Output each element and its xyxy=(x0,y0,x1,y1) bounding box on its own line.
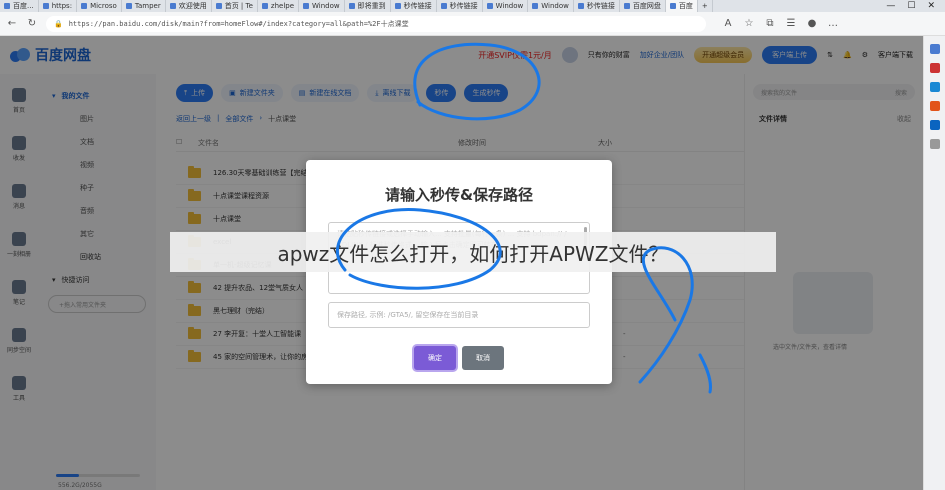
tab-label: 百度... xyxy=(13,2,34,10)
more-icon[interactable]: … xyxy=(827,18,839,29)
tab-label: zhelpe xyxy=(270,2,295,10)
tab-favicon-icon xyxy=(669,3,676,9)
search-icon[interactable] xyxy=(929,44,940,54)
minimize-icon[interactable]: — xyxy=(886,1,895,11)
save-path-input[interactable]: 保存路径, 示例: /GTA5/, 留空保存在当前目录 xyxy=(328,302,590,328)
close-icon[interactable]: ✕ xyxy=(927,1,935,11)
address-bar: ← ↻ 🔒 https://pan.baidu.com/disk/main?fr… xyxy=(0,12,945,36)
extensions-icon[interactable]: ⧉ xyxy=(764,18,776,29)
tab-favicon-icon xyxy=(348,3,355,9)
lock-icon: 🔒 xyxy=(54,19,63,28)
tab-label: 欢迎使用 xyxy=(178,2,207,10)
browser-tab[interactable]: 欢迎使用 xyxy=(166,0,212,12)
read-aloud-icon[interactable]: A xyxy=(722,18,734,29)
favorite-star-icon[interactable]: ☆ xyxy=(743,18,755,29)
cancel-button[interactable]: 取消 xyxy=(462,346,504,370)
confirm-button[interactable]: 确定 xyxy=(414,346,456,370)
tab-favicon-icon xyxy=(532,3,539,9)
new-tab-button[interactable]: + xyxy=(698,0,713,12)
tab-favicon-icon xyxy=(42,3,49,9)
office-icon[interactable] xyxy=(929,101,940,111)
browser-tab[interactable]: Window xyxy=(528,0,574,12)
tab-label: Microso xyxy=(90,2,117,10)
tab-favicon-icon xyxy=(577,3,584,9)
tab-label: Window xyxy=(495,2,524,10)
tab-favicon-icon xyxy=(215,3,222,9)
tab-label: 百度 xyxy=(678,2,693,10)
tab-label: 秒传链接 xyxy=(449,2,478,10)
tools-icon[interactable] xyxy=(929,63,940,73)
tab-label: Tamper xyxy=(134,2,161,10)
tab-label: 即将重到 xyxy=(357,2,386,10)
add-icon[interactable] xyxy=(929,139,940,149)
tab-label: https: xyxy=(51,2,73,10)
browser-tab[interactable]: 秒传链接 xyxy=(574,0,620,12)
tab-favicon-icon xyxy=(4,3,10,9)
browser-tab[interactable]: https: xyxy=(39,0,78,12)
maximize-icon[interactable]: ☐ xyxy=(907,1,915,11)
browser-tab[interactable]: Window xyxy=(483,0,529,12)
tab-favicon-icon xyxy=(169,3,176,9)
profile-icon[interactable]: ● xyxy=(806,18,818,29)
browser-tab[interactable]: Window xyxy=(299,0,345,12)
browser-tab[interactable]: 即将重到 xyxy=(345,0,391,12)
tab-label: Window xyxy=(541,2,569,10)
browser-tab-strip: 百度... https: Microso Tamper 欢迎使用 首页 | Te zhelp… xyxy=(0,0,945,12)
dialog-title: 请输入秒传&保存路径 xyxy=(384,186,534,204)
tab-favicon-icon xyxy=(623,3,630,9)
tab-label: 秒传链接 xyxy=(403,2,432,10)
browser-tab[interactable]: Tamper xyxy=(122,0,166,12)
apps-icon[interactable] xyxy=(929,82,940,92)
tab-label: Window xyxy=(312,2,340,10)
browser-tab[interactable]: 百度... xyxy=(0,0,39,12)
tab-favicon-icon xyxy=(125,3,132,9)
tab-favicon-icon xyxy=(394,3,401,9)
tab-label: 首页 | Te xyxy=(224,2,253,10)
reload-icon[interactable]: ↻ xyxy=(26,18,38,29)
window-controls: — ☐ ✕ xyxy=(876,1,945,11)
browser-tab[interactable]: 百度 xyxy=(665,0,698,12)
tab-favicon-icon xyxy=(440,3,447,9)
browser-tab[interactable]: 秒传链接 xyxy=(437,0,483,12)
url-field[interactable]: 🔒 https://pan.baidu.com/disk/main?from=h… xyxy=(46,15,706,32)
browser-tab[interactable]: zhelpe xyxy=(258,0,300,12)
url-text: https://pan.baidu.com/disk/main?from=hom… xyxy=(68,19,409,28)
tab-favicon-icon xyxy=(81,3,88,9)
browser-tab[interactable]: Microso xyxy=(77,0,122,12)
edge-sidebar xyxy=(923,36,945,490)
tab-favicon-icon xyxy=(261,3,268,9)
transfer-dialog: 请输入秒传&保存路径 请粘贴秒传链接或选择手动输入... 支持批量(每行一条) … xyxy=(306,160,612,384)
back-arrow-icon[interactable]: ← xyxy=(6,18,18,29)
caption-banner: apwz文件怎么打开，如何打开APWZ文件？ xyxy=(170,232,776,272)
outlook-icon[interactable] xyxy=(929,120,940,130)
browser-tab[interactable]: 首页 | Te xyxy=(212,0,258,12)
tab-label: 秒传链接 xyxy=(586,2,615,10)
browser-tab[interactable]: 百度网盘 xyxy=(620,0,666,12)
browser-tab[interactable]: 秒传链接 xyxy=(391,0,437,12)
tab-label: 百度网盘 xyxy=(632,2,661,10)
tab-favicon-icon xyxy=(486,3,493,9)
tab-favicon-icon xyxy=(303,3,310,9)
collections-icon[interactable]: ☰ xyxy=(785,18,797,29)
